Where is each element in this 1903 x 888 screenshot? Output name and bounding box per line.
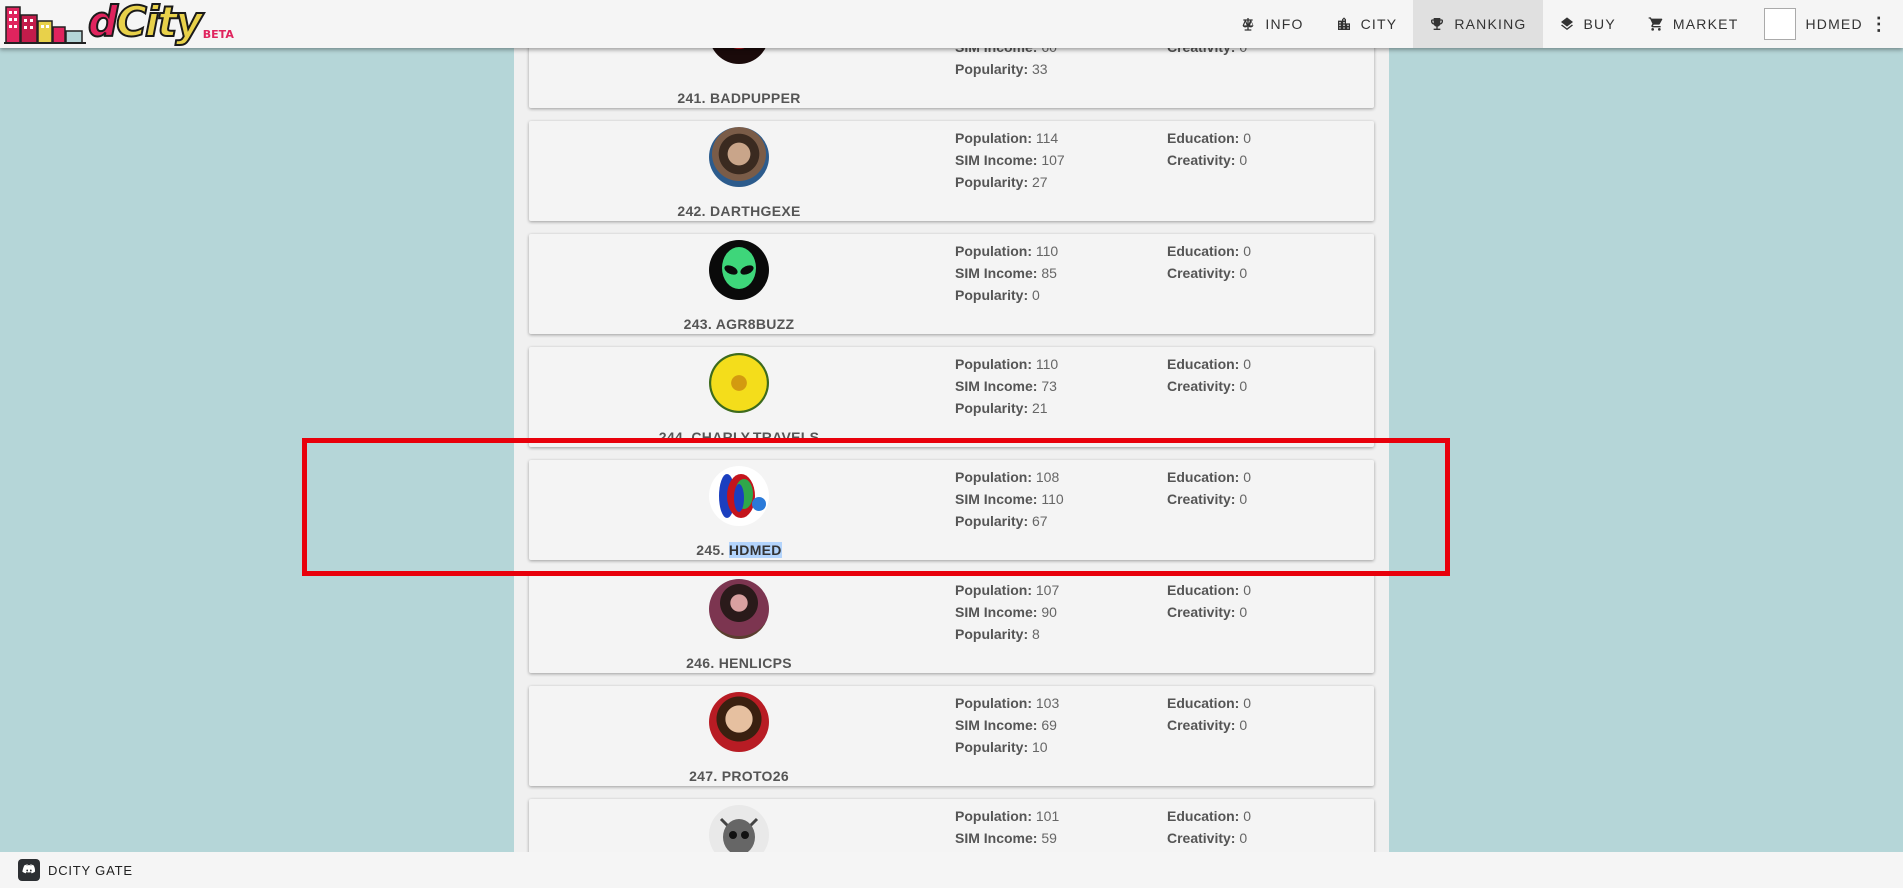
stat-popularity: Popularity: 21 — [955, 400, 1048, 416]
dcity-gate-link[interactable]: DCITY GATE — [48, 863, 133, 878]
player-avatar — [709, 692, 769, 752]
player-avatar — [709, 240, 769, 300]
nav-city[interactable]: CITY — [1320, 0, 1414, 48]
stat-sim-income: SIM Income: 69 — [955, 717, 1057, 733]
top-bar: dCity BETA INFO CITY RANKING BUY MARKET … — [0, 0, 1903, 48]
nav-info[interactable]: INFO — [1224, 0, 1319, 48]
stat-education: Education: 0 — [1167, 695, 1252, 711]
main-nav: INFO CITY RANKING BUY MARKET HDMED ⋮ — [1224, 0, 1903, 48]
trophy-icon — [1431, 18, 1444, 30]
nav-buy[interactable]: BUY — [1543, 0, 1632, 48]
player-card[interactable]: 242. DARTHGEXE Population: 114 Education… — [529, 121, 1374, 221]
nav-market[interactable]: MARKET — [1632, 0, 1755, 48]
player-rank-name: 246. HENLICPS — [686, 655, 792, 671]
stat-sim-income: SIM Income: 59 — [955, 830, 1057, 846]
bottom-bar[interactable]: DCITY GATE — [0, 852, 1903, 888]
dcity-logo[interactable]: dCity BETA — [4, 0, 234, 48]
discord-icon — [18, 859, 40, 881]
stat-education: Education: 0 — [1167, 808, 1252, 824]
beta-badge: BETA — [202, 27, 234, 41]
stat-population: Population: 110 — [955, 243, 1059, 259]
city-icon — [1337, 17, 1350, 30]
stat-sim-income: SIM Income: 85 — [955, 265, 1057, 281]
nav-city-label: CITY — [1360, 16, 1398, 32]
stat-population: Population: 107 — [955, 582, 1060, 598]
stat-education: Education: 0 — [1167, 243, 1252, 259]
player-card[interactable]: 246. HENLICPS Population: 107 Education:… — [529, 573, 1374, 673]
stat-popularity: Popularity: 10 — [955, 739, 1048, 755]
stat-education: Education: 0 — [1167, 582, 1252, 598]
player-card[interactable]: 247. PROTO26 Population: 103 Education: … — [529, 686, 1374, 786]
user-menu[interactable]: HDMED ⋮ — [1754, 0, 1903, 48]
player-card[interactable]: 243. AGR8BUZZ Population: 110 Education:… — [529, 234, 1374, 334]
stat-population: Population: 101 — [955, 808, 1060, 824]
stat-creativity: Creativity: 0 — [1167, 152, 1248, 168]
player-card[interactable]: 244. CHARLY.TRAVELS Population: 110 Educ… — [529, 347, 1374, 447]
stat-sim-income: SIM Income: 90 — [955, 604, 1057, 620]
stat-population: Population: 110 — [955, 356, 1059, 372]
nav-ranking-label: RANKING — [1454, 16, 1527, 32]
player-avatar — [709, 579, 769, 639]
logo-wordmark: dCity — [87, 0, 204, 46]
user-name: HDMED — [1805, 16, 1863, 32]
stat-creativity: Creativity: 0 — [1167, 717, 1248, 733]
nav-market-label: MARKET — [1672, 16, 1739, 32]
nav-buy-label: BUY — [1583, 16, 1616, 32]
stat-sim-income: SIM Income: 107 — [955, 152, 1065, 168]
stat-popularity: Popularity: 8 — [955, 626, 1040, 642]
buildings-icon — [4, 6, 86, 44]
stat-education: Education: 0 — [1167, 130, 1252, 146]
player-rank-name: 243. AGR8BUZZ — [683, 316, 795, 332]
player-avatar — [709, 127, 769, 187]
scale-icon — [1243, 18, 1254, 31]
layers-icon — [1560, 17, 1573, 30]
nav-ranking[interactable]: RANKING — [1413, 0, 1543, 48]
stat-sim-income: SIM Income: 73 — [955, 378, 1057, 394]
highlight-annotation-box — [302, 438, 1450, 576]
stat-popularity: Popularity: 0 — [955, 287, 1040, 303]
player-rank-name: 241. BADPUPPER — [677, 90, 801, 106]
cart-icon — [1648, 17, 1663, 31]
stat-creativity: Creativity: 0 — [1167, 378, 1248, 394]
stat-popularity: Popularity: 27 — [955, 174, 1048, 190]
user-avatar — [1764, 8, 1797, 40]
player-rank-name: 242. DARTHGEXE — [677, 203, 801, 219]
more-vert-icon[interactable]: ⋮ — [1870, 14, 1889, 35]
stat-population: Population: 103 — [955, 695, 1060, 711]
stat-popularity: Popularity: 33 — [955, 61, 1048, 77]
stat-population: Population: 114 — [955, 130, 1059, 146]
stat-education: Education: 0 — [1167, 356, 1252, 372]
stat-creativity: Creativity: 0 — [1167, 265, 1248, 281]
stat-creativity: Creativity: 0 — [1167, 604, 1248, 620]
player-rank-name: 247. PROTO26 — [689, 768, 789, 784]
nav-info-label: INFO — [1265, 16, 1304, 32]
stat-creativity: Creativity: 0 — [1167, 830, 1248, 846]
player-avatar — [709, 353, 769, 413]
alien-icon — [722, 247, 756, 289]
